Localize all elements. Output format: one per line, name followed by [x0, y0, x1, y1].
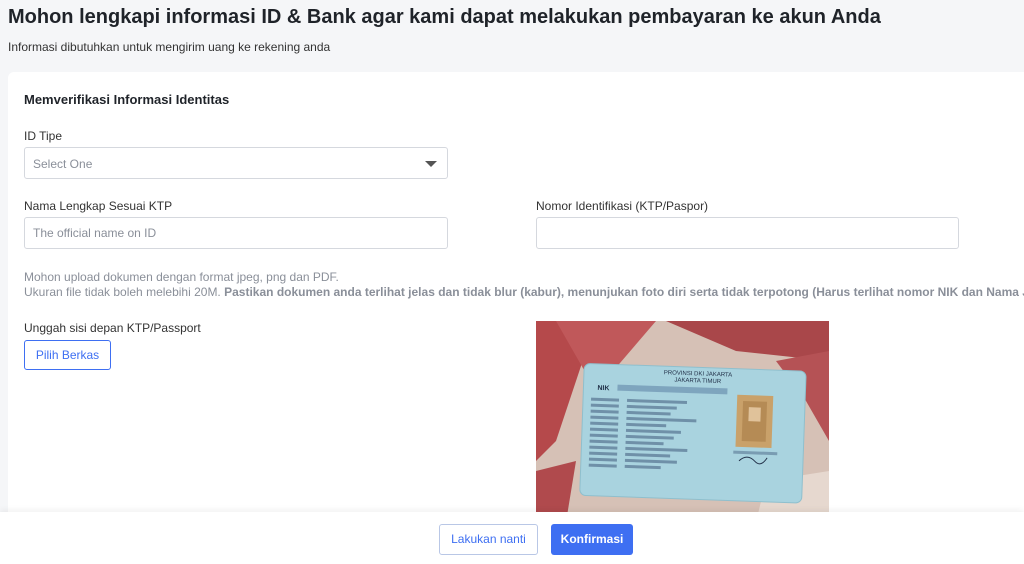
page-title: Mohon lengkapi informasi ID & Bank agar … [8, 6, 881, 28]
id-type-select[interactable]: Select One [24, 147, 448, 179]
upload-note-line2: Ukuran file tidak boleh melebihi 20M. Pa… [24, 285, 1024, 300]
id-type-selected-value: Select One [33, 157, 93, 171]
caret-down-icon [425, 161, 437, 167]
id-number-label: Nomor Identifikasi (KTP/Paspor) [536, 199, 709, 213]
page-subtitle: Informasi dibutuhkan untuk mengirim uang… [8, 40, 331, 54]
full-name-input[interactable] [24, 217, 448, 249]
upload-note-warning: Pastikan dokumen anda terlihat jelas dan… [224, 285, 1024, 299]
upload-front-label: Unggah sisi depan KTP/Passport [24, 321, 201, 335]
id-card-preview-image: PROVINSI DKI JAKARTA JAKARTA TIMUR NIK [536, 321, 829, 522]
upload-note: Mohon upload dokumen dengan format jpeg,… [24, 270, 1024, 300]
upload-note-line1: Mohon upload dokumen dengan format jpeg,… [24, 270, 339, 284]
id-card-nik-label: NIK [597, 385, 609, 392]
footer-bar: Lakukan nanti Konfirmasi [0, 512, 1024, 564]
id-type-label: ID Tipe [24, 129, 63, 143]
upload-note-size: Ukuran file tidak boleh melebihi 20M. [24, 285, 221, 299]
full-name-label: Nama Lengkap Sesuai KTP [24, 199, 173, 213]
id-number-input[interactable] [536, 217, 959, 249]
section-title: Memverifikasi Informasi Identitas [24, 92, 230, 107]
do-later-button[interactable]: Lakukan nanti [439, 524, 538, 555]
identity-form-card: Memverifikasi Informasi Identitas ID Tip… [8, 72, 1024, 522]
choose-file-button[interactable]: Pilih Berkas [24, 340, 111, 370]
confirm-button[interactable]: Konfirmasi [551, 524, 633, 555]
